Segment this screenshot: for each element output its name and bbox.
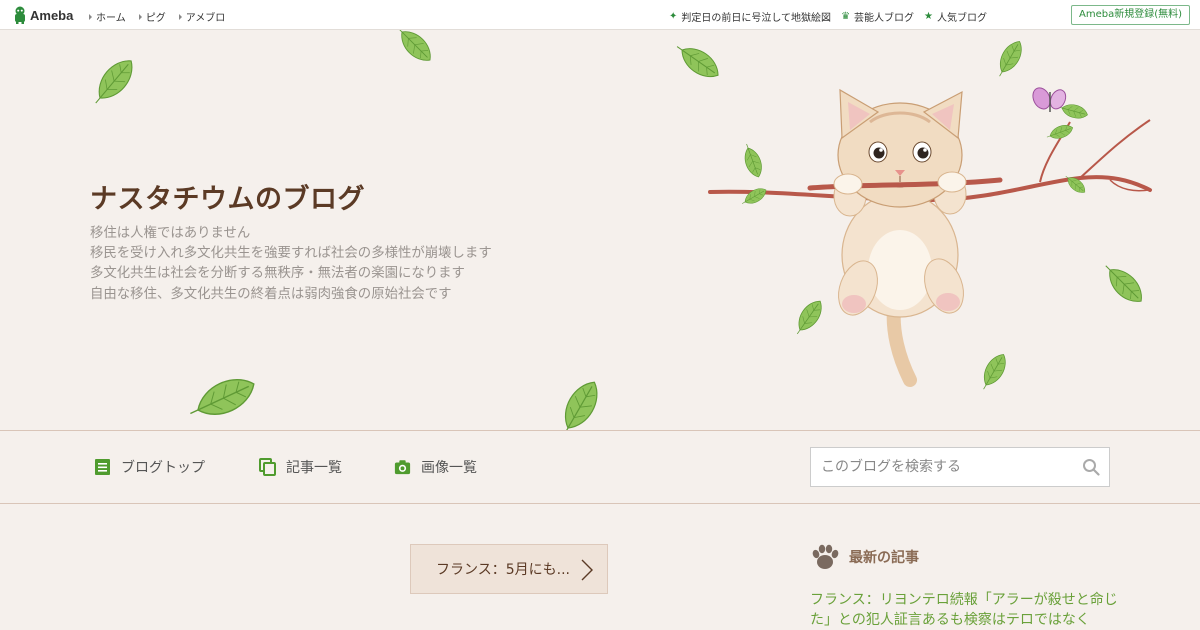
caret-right-icon xyxy=(178,13,182,20)
service-link-home[interactable]: ホーム xyxy=(89,9,126,24)
nav-label: 記事一覧 xyxy=(286,460,342,476)
search-input[interactable] xyxy=(811,448,1071,486)
service-link-pigg[interactable]: ピグ xyxy=(138,9,166,24)
leaf-decoration xyxy=(552,375,606,430)
blog-description: 移住は人権ではありません 移民を受け入れ多文化共生を強要すれば社会の多様性が崩壊… xyxy=(90,224,560,305)
featured-link-label: 判定日の前日に号泣して地獄絵図 xyxy=(681,13,832,24)
service-link-ameblo[interactable]: アメブロ xyxy=(178,9,226,24)
leaf-decoration xyxy=(670,37,725,85)
nav-article-list[interactable]: 記事一覧 xyxy=(259,457,342,477)
featured-links: ✦ 判定日の前日に号泣して地獄絵図 ♛ 芸能人ブログ ★ 人気ブログ xyxy=(669,9,987,24)
camera-icon xyxy=(394,460,411,475)
leaf-decoration xyxy=(1097,257,1150,310)
blog-search xyxy=(810,447,1110,487)
nav-label: ブログトップ xyxy=(121,460,205,476)
featured-link-popular[interactable]: ★ 人気ブログ xyxy=(924,9,987,24)
blog-description-line: 移民を受け入れ多文化共生を強要すれば社会の多様性が崩壊します xyxy=(90,246,492,262)
chevron-right-icon xyxy=(581,559,593,581)
leaf-decoration xyxy=(86,52,141,112)
featured-link-label: 芸能人ブログ xyxy=(854,13,915,24)
leaf-decoration xyxy=(739,141,766,180)
document-icon xyxy=(95,459,110,475)
star-icon: ★ xyxy=(924,10,933,22)
global-header: Ameba ホーム ピグ アメブロ ✦ 判定日の前日に号泣して地獄絵図 ♛ 芸能人ブ… xyxy=(0,0,1200,30)
service-nav: ホーム ピグ アメブロ xyxy=(89,9,225,24)
leaf-decoration xyxy=(991,36,1028,81)
caret-right-icon xyxy=(138,13,142,20)
search-icon[interactable] xyxy=(1082,458,1100,476)
ameba-logo-icon xyxy=(15,6,25,24)
nav-label: 画像一覧 xyxy=(421,460,477,476)
copy-icon xyxy=(259,458,276,476)
crown-icon: ♛ xyxy=(841,10,851,22)
next-article-label: フランス：5月にも... xyxy=(436,562,570,578)
blog-header: ナスタチウムのブログ 移住は人権ではありません 移民を受け入れ多文化共生を強要す… xyxy=(0,30,1200,430)
blog-description-line: 移住は人権ではありません xyxy=(90,226,251,241)
signup-button[interactable]: Ameba新規登録(無料) xyxy=(1070,5,1190,25)
leaf-decoration xyxy=(183,369,261,428)
service-link-label: ホーム xyxy=(96,13,126,24)
sparkle-icon: ✦ xyxy=(668,10,678,22)
next-article-button[interactable]: フランス：5月にも... xyxy=(410,544,608,594)
service-link-label: アメブロ xyxy=(185,13,226,24)
latest-article-link[interactable]: フランス：リヨンテロ続報「アラーが殺せと命じた」との犯人証言あるも検察はテロでは… xyxy=(810,590,1120,630)
nav-blog-top[interactable]: ブログトップ xyxy=(94,457,205,477)
logo-text: Ameba xyxy=(30,7,74,23)
leaf-decoration xyxy=(391,30,438,68)
blog-description-line: 自由な移住、多文化共生の終着点は弱肉強食の原始社会です xyxy=(90,286,452,302)
latest-articles-heading: 最新の記事 xyxy=(810,542,919,572)
blog-description-line: 多文化共生は社会を分断する無秩序・無法者の楽園になります xyxy=(90,266,465,282)
nav-image-list[interactable]: 画像一覧 xyxy=(394,457,477,477)
featured-link-celebrity[interactable]: ♛ 芸能人ブログ xyxy=(841,9,914,24)
blog-title[interactable]: ナスタチウムのブログ xyxy=(90,177,365,216)
sidebar-heading: 最新の記事 xyxy=(849,550,919,566)
paw-icon xyxy=(812,544,839,569)
caret-right-icon xyxy=(89,13,92,20)
featured-link-label: 人気ブログ xyxy=(937,13,987,24)
ameba-logo[interactable]: Ameba xyxy=(13,6,73,24)
blog-nav: ブログトップ 記事一覧 画像一覧 xyxy=(0,430,1200,504)
kitten-illustration xyxy=(807,88,1003,387)
featured-link-trending[interactable]: ✦ 判定日の前日に号泣して地獄絵図 xyxy=(669,9,831,24)
service-link-label: ピグ xyxy=(145,13,166,24)
leaf-decoration xyxy=(975,349,1012,394)
leaf-decoration xyxy=(789,295,828,340)
